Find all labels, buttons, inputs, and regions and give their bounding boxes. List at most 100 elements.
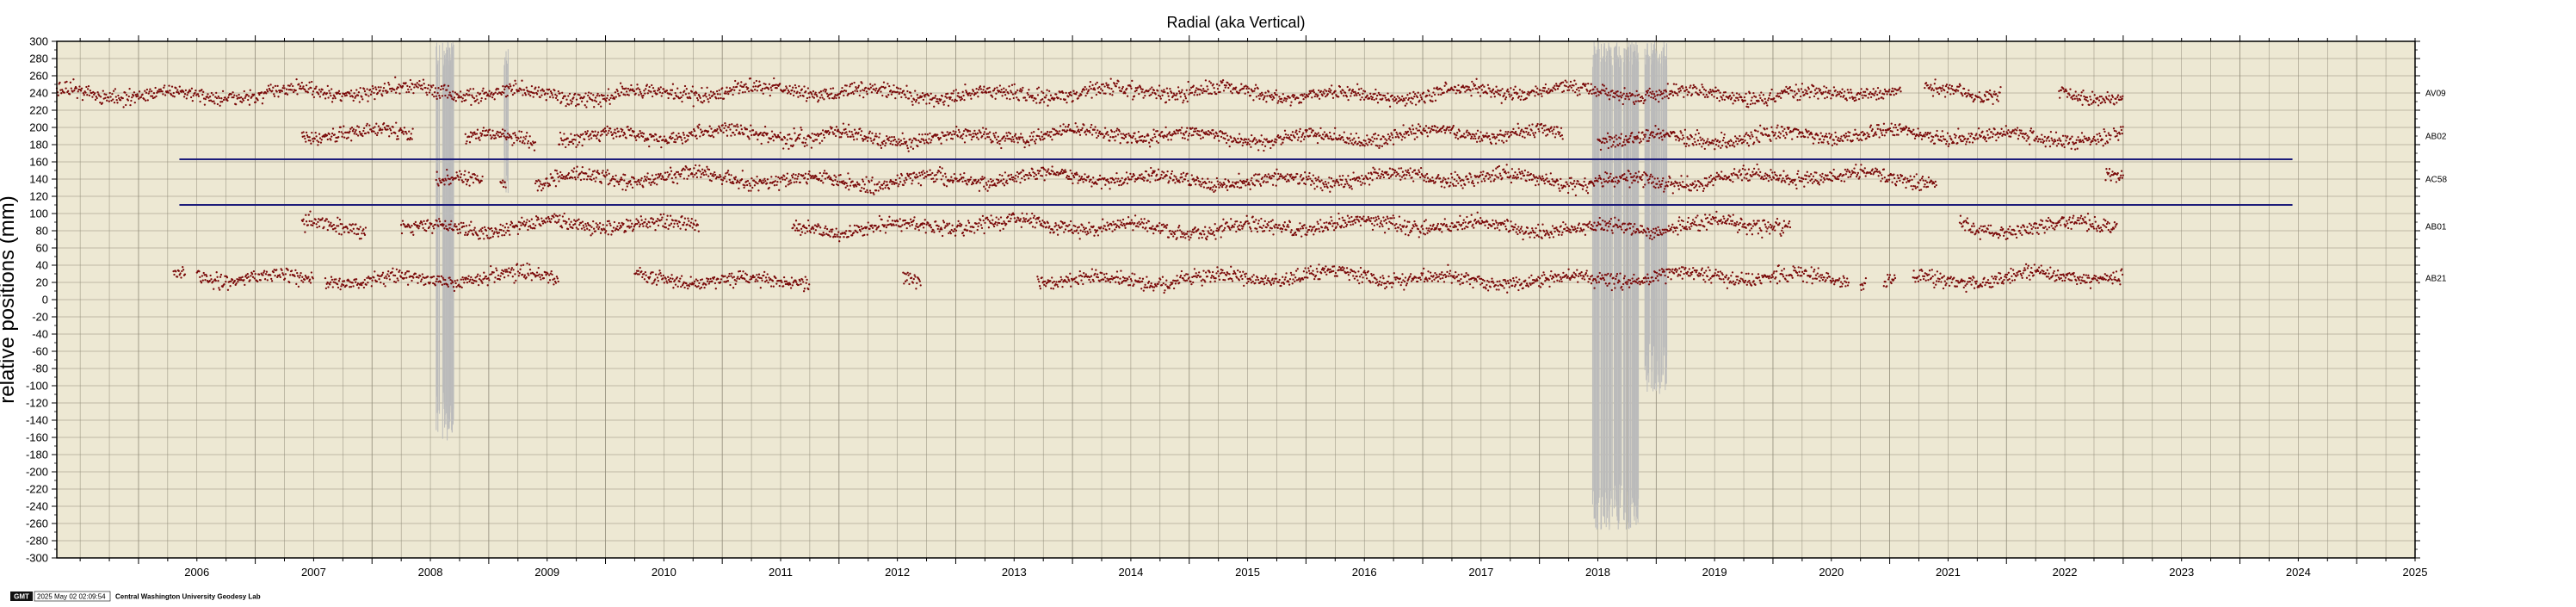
data-point [805, 138, 807, 140]
data-point [1652, 90, 1654, 93]
data-point [1270, 139, 1274, 142]
data-point [1642, 138, 1645, 140]
data-point [1124, 135, 1127, 139]
data-point [1839, 95, 1842, 98]
data-point [740, 81, 743, 84]
data-point [367, 100, 369, 102]
data-point [749, 77, 752, 80]
data-point [639, 92, 643, 96]
data-point [363, 90, 367, 93]
data-point [1638, 93, 1640, 96]
data-point [469, 88, 472, 90]
data-point [744, 83, 747, 85]
data-point [1149, 88, 1152, 90]
data-point [1875, 133, 1878, 136]
data-point [1221, 78, 1225, 82]
data-point [584, 131, 587, 133]
data-point [1120, 133, 1122, 135]
data-point [1214, 134, 1217, 138]
data-point [1995, 93, 1998, 96]
data-point [439, 88, 442, 91]
data-point [1924, 132, 1927, 134]
data-point [1352, 143, 1355, 146]
data-point [464, 94, 466, 96]
data-point [1201, 129, 1204, 132]
data-point [1030, 96, 1034, 99]
data-point [1747, 106, 1750, 108]
data-point [1881, 129, 1885, 132]
data-point [696, 99, 700, 102]
data-point [735, 128, 738, 132]
data-point [670, 89, 674, 91]
data-point [1650, 96, 1652, 99]
data-point [944, 134, 948, 137]
data-point [2113, 103, 2116, 106]
data-point [1727, 97, 1730, 100]
data-point [429, 89, 431, 91]
data-point [292, 90, 295, 94]
data-point [1074, 93, 1078, 96]
data-point [920, 96, 924, 98]
data-point [1096, 134, 1100, 138]
data-point [900, 96, 903, 99]
data-point [934, 95, 937, 97]
data-point [1566, 81, 1568, 84]
data-point [1338, 134, 1341, 137]
data-point [358, 130, 361, 133]
data-point [387, 81, 390, 84]
data-point [976, 91, 979, 94]
data-point [387, 125, 390, 127]
data-point [2121, 97, 2123, 100]
data-point [1404, 104, 1406, 107]
data-point [584, 104, 586, 107]
data-point [670, 93, 673, 96]
data-point [1410, 131, 1412, 133]
data-point [1183, 137, 1186, 139]
data-point [942, 103, 945, 106]
data-point [992, 133, 995, 135]
data-point [1861, 94, 1863, 96]
data-point [615, 132, 617, 134]
data-point [587, 91, 590, 94]
data-point [364, 132, 368, 135]
data-point [145, 99, 147, 102]
data-point [1964, 137, 1967, 140]
data-point [1955, 134, 1957, 137]
data-point [571, 100, 573, 103]
data-point [2093, 94, 2096, 96]
data-point [1634, 95, 1637, 97]
data-point [1652, 96, 1655, 100]
data-point [854, 90, 856, 92]
data-point [1949, 93, 1952, 96]
data-point [1683, 142, 1686, 145]
data-point [899, 144, 902, 146]
data-point [977, 138, 979, 140]
data-point [1770, 139, 1772, 143]
data-point [582, 133, 584, 135]
data-point [1030, 132, 1033, 134]
data-point [1374, 133, 1377, 135]
data-point [745, 128, 749, 131]
data-point [1483, 85, 1486, 88]
data-point [345, 94, 348, 96]
data-point [1966, 94, 1968, 97]
data-point [1369, 139, 1372, 142]
data-point [886, 83, 889, 85]
data-point [724, 121, 726, 125]
data-point [309, 139, 312, 142]
data-point [799, 94, 802, 97]
data-point [844, 127, 847, 131]
data-point [1401, 135, 1404, 138]
data-point [522, 139, 524, 142]
data-point [1622, 92, 1625, 95]
data-point [1055, 93, 1058, 96]
data-point [1142, 96, 1145, 99]
data-point [1754, 102, 1757, 105]
data-point [1132, 98, 1134, 101]
data-point [830, 87, 832, 90]
data-point [1800, 88, 1803, 90]
data-point [1690, 84, 1692, 87]
data-point [1949, 84, 1951, 87]
data-point [856, 88, 858, 90]
data-point [1764, 97, 1766, 101]
